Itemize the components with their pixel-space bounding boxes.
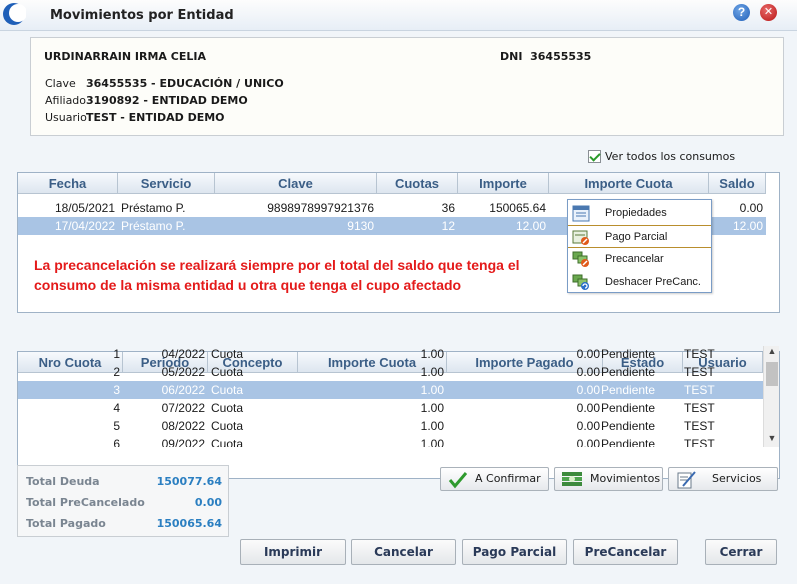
menu-item-pago-parcial[interactable]: Pago Parcial: [568, 225, 711, 248]
col-importe-cuota[interactable]: Importe Cuota: [549, 173, 709, 194]
menu-item-label: Deshacer PreCanc.: [605, 276, 701, 288]
col-estado[interactable]: Estado: [603, 352, 683, 373]
cell-saldo: 12.00: [732, 219, 763, 233]
cell-clave: 9130: [347, 219, 374, 233]
col-servicio[interactable]: Servicio: [118, 173, 215, 194]
help-icon[interactable]: ?: [733, 4, 750, 21]
title-bar: Movimientos por Entidad ? ✕: [0, 0, 797, 31]
cell-cuotas: 12: [441, 219, 455, 233]
movimientos-label: Movimientos: [590, 472, 661, 485]
col-periodo[interactable]: Periodo: [123, 352, 208, 373]
clave-label: Clave: [45, 77, 76, 90]
precancelar-button[interactable]: PreCancelar: [573, 539, 678, 565]
cell-fecha: 17/04/2022: [54, 219, 115, 233]
menu-item-label: Propiedades: [605, 207, 667, 219]
cell-cuotas: 36: [441, 201, 455, 215]
afiliado-value: 3190892 - ENTIDAD DEMO: [86, 94, 248, 107]
total-pagado-value: 150065.64: [156, 517, 222, 530]
cell-saldo: 0.00: [739, 201, 763, 215]
person-info-panel: URDINARRAIN IRMA CELIA DNI 36455535 Clav…: [30, 37, 784, 136]
cuotas-header: Nro Cuota Periodo Concepto Importe Cuota…: [18, 352, 779, 373]
cell-fecha: 18/05/2021: [54, 201, 115, 215]
imprimir-button[interactable]: Imprimir: [240, 539, 346, 565]
col-cuotas[interactable]: Cuotas: [377, 173, 458, 194]
a-confirmar-label: A Confirmar: [475, 472, 541, 485]
menu-item-label: Pago Parcial: [605, 231, 668, 243]
scroll-down-icon[interactable]: ▼: [764, 433, 780, 447]
consumos-header: Fecha Servicio Clave Cuotas Importe Impo…: [18, 173, 766, 194]
undo-precancel-icon: [572, 274, 589, 290]
col-saldo[interactable]: Saldo: [709, 173, 766, 194]
scroll-up-icon[interactable]: ▲: [764, 346, 780, 360]
cell-servicio: Préstamo P.: [121, 201, 186, 215]
total-pagado-row: Total Pagado 150065.64: [26, 517, 222, 531]
cell-servicio: Préstamo P.: [121, 219, 186, 233]
document-pen-icon: [677, 471, 696, 489]
context-menu: Propiedades Pago Parcial Precancelar Des…: [567, 199, 712, 293]
ver-todos-checkbox-field[interactable]: Ver todos los consumos: [588, 149, 735, 163]
total-deuda-value: 150077.64: [156, 475, 222, 488]
pago-parcial-button[interactable]: Pago Parcial: [462, 539, 567, 565]
ver-todos-label: Ver todos los consumos: [605, 149, 736, 163]
total-deuda-label: Total Deuda: [26, 475, 100, 488]
cell-importe: 150065.64: [489, 201, 546, 215]
precancel-warning-note: La precancelación se realizará siempre p…: [34, 257, 520, 293]
cancelar-button[interactable]: Cancelar: [351, 539, 456, 565]
total-deuda-row: Total Deuda 150077.64: [26, 475, 222, 489]
clave-row: Clave 36455535 - EDUCACIÓN / UNICO: [45, 77, 284, 90]
cell-clave: 9898978997921376: [267, 201, 374, 215]
dni-value: 36455535: [530, 50, 592, 63]
person-name: URDINARRAIN IRMA CELIA: [44, 50, 206, 63]
totals-panel: Total Deuda 150077.64 Total PreCancelado…: [17, 465, 229, 537]
menu-item-deshacer-precanc[interactable]: Deshacer PreCanc.: [568, 271, 711, 294]
properties-icon: [572, 205, 590, 222]
cuotas-grid: Nro Cuota Periodo Concepto Importe Cuota…: [17, 351, 780, 479]
total-precancelado-label: Total PreCancelado: [26, 496, 145, 509]
app-logo-icon: [3, 3, 26, 25]
ver-todos-checkbox[interactable]: [588, 149, 601, 163]
dni-label: DNI: [500, 50, 523, 63]
a-confirmar-button[interactable]: A Confirmar: [440, 467, 549, 491]
scroll-thumb[interactable]: [766, 362, 778, 386]
menu-item-precancelar[interactable]: Precancelar: [568, 248, 711, 271]
close-icon[interactable]: ✕: [760, 4, 777, 21]
servicios-label: Servicios: [712, 472, 762, 485]
afiliado-row: Afiliado3190892 - ENTIDAD DEMO: [45, 94, 248, 107]
cuotas-scrollbar[interactable]: ▲ ▼: [763, 346, 779, 447]
col-usuario[interactable]: Usuario: [683, 352, 763, 373]
window-title: Movimientos por Entidad: [50, 8, 234, 23]
total-precancelado-row: Total PreCancelado 0.00: [26, 496, 222, 510]
checkmark-icon: [448, 472, 468, 489]
menu-item-propiedades[interactable]: Propiedades: [568, 202, 711, 225]
dni-field: DNI 36455535: [500, 50, 591, 63]
col-nro-cuota[interactable]: Nro Cuota: [18, 352, 123, 373]
movimientos-button[interactable]: Movimientos: [554, 467, 663, 491]
col-clave[interactable]: Clave: [215, 173, 377, 194]
total-pagado-label: Total Pagado: [26, 517, 106, 530]
partial-payment-icon: [572, 230, 589, 245]
total-precancelado-value: 0.00: [194, 496, 222, 509]
usuario-label: Usuario: [45, 111, 87, 124]
menu-item-label: Precancelar: [605, 253, 664, 265]
money-icon: [562, 472, 582, 486]
col-importe-cuota[interactable]: Importe Cuota: [298, 352, 447, 373]
cerrar-button[interactable]: Cerrar: [705, 539, 777, 565]
cell-importe: 12.00: [515, 219, 546, 233]
col-importe-pagado[interactable]: Importe Pagado: [447, 352, 603, 373]
clave-value: 36455535 - EDUCACIÓN / UNICO: [86, 77, 284, 90]
precancel-icon: [572, 251, 589, 267]
afiliado-label: Afiliado: [45, 94, 87, 107]
col-concepto[interactable]: Concepto: [208, 352, 298, 373]
servicios-button[interactable]: Servicios: [668, 467, 778, 491]
col-fecha[interactable]: Fecha: [18, 173, 118, 194]
usuario-row: UsuarioTEST - ENTIDAD DEMO: [45, 111, 225, 124]
usuario-value: TEST - ENTIDAD DEMO: [86, 111, 225, 124]
col-importe[interactable]: Importe: [458, 173, 549, 194]
